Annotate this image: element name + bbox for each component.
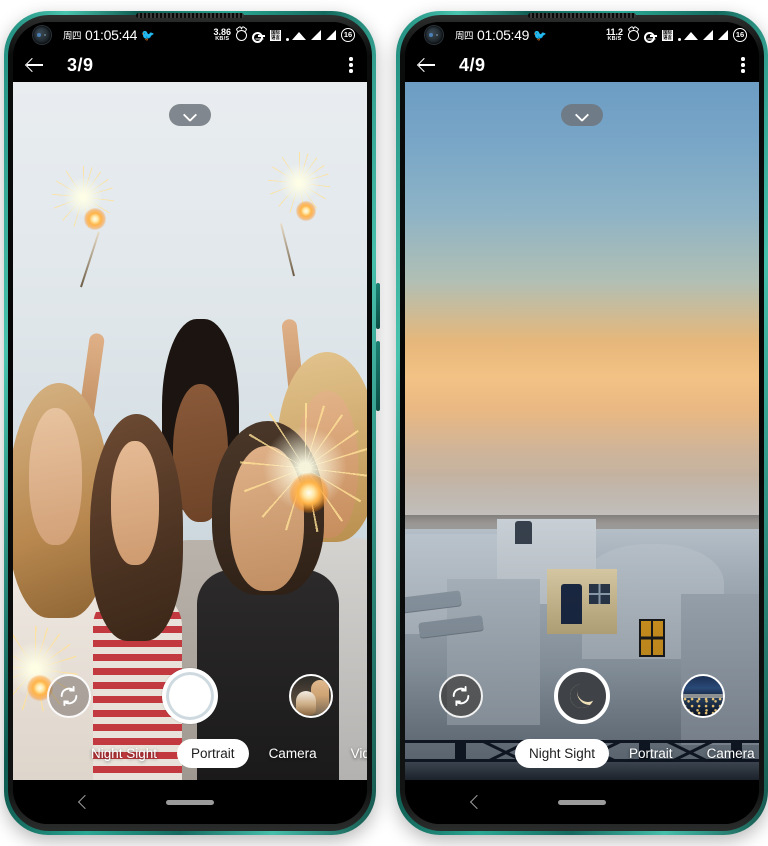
window-lit [638,619,666,657]
sparkler-glow-foreground [239,403,367,534]
front-camera-punchhole [33,26,51,44]
gallery-thumbnail[interactable] [681,674,725,718]
power-button[interactable] [376,341,380,411]
key-icon [644,30,657,43]
camera-flip-button[interactable] [439,674,483,718]
battery-indicator: 16 [341,28,355,42]
signal-icon [311,30,321,40]
status-bar-left: 周四 01:05:44 🐦 [63,27,155,43]
signal-icon-2 [718,30,728,40]
battery-indicator: 16 [733,28,747,42]
camera-preview-left[interactable]: Night Sight Portrait Camera Video [13,82,367,780]
camera-preview-right[interactable]: Night Sight Portrait Camera [405,82,759,780]
mode-portrait[interactable]: Portrait [177,739,249,768]
camera-controls [13,668,367,724]
status-bar-left: 周四 01:05:49 🐦 [455,27,547,43]
shutter-button[interactable] [162,668,218,724]
nav-back-button[interactable] [77,796,89,808]
phone-bezel-left: 周四 01:05:44 🐦 3.86 KB/S 国际 语言 16 3/9 Nig… [8,15,372,831]
phone-screen-right: 周四 01:05:49 🐦 11.2 KB/S 国际 语言 16 4/9 Nig… [405,22,759,824]
phone-screen-left: 周四 01:05:44 🐦 3.86 KB/S 国际 语言 16 3/9 Nig… [13,22,367,824]
page-title: 3/9 [67,54,94,75]
app-title-bar: 4/9 [405,48,759,82]
sparkler-core-left [83,207,106,230]
camera-controls [405,668,759,724]
page-title: 4/9 [459,54,486,75]
signal-icon-2 [326,30,336,40]
qr-icon: 国际 语言 [270,29,281,41]
system-nav-bar [13,780,367,824]
wifi-dot-icon [286,37,289,41]
network-speed-indicator: 11.2 KB/S [606,27,623,43]
wifi-dot-icon [678,37,681,41]
system-nav-bar [405,780,759,824]
chevron-down-icon [185,110,196,121]
window-dark [589,584,611,605]
nav-home-indicator[interactable] [558,799,606,805]
status-bar: 周四 01:05:44 🐦 3.86 KB/S 国际 语言 16 [13,22,367,48]
mode-video[interactable]: Video [337,739,367,768]
phone-device-right: 周四 01:05:49 🐦 11.2 KB/S 国际 语言 16 4/9 Nig… [396,11,768,835]
earpiece-grille [528,13,636,18]
bird-icon: 🐦 [533,29,547,42]
mode-camera[interactable]: Camera [255,739,331,768]
status-bar: 周四 01:05:49 🐦 11.2 KB/S 国际 语言 16 [405,22,759,48]
alarm-icon [628,29,639,41]
screenshot-canvas: 周四 01:05:44 🐦 3.86 KB/S 国际 语言 16 3/9 Nig… [0,0,768,846]
gallery-thumbnail[interactable] [289,674,333,718]
mode-night-sight[interactable]: Night Sight [77,739,171,768]
network-speed-indicator: 3.86 KB/S [213,27,231,43]
collapse-preview-button[interactable] [169,104,211,126]
camera-flip-icon [58,685,80,707]
collapse-preview-button[interactable] [561,104,603,126]
moon-icon [570,680,599,708]
back-button[interactable] [25,55,45,75]
volume-button[interactable] [376,283,380,329]
overflow-menu-button[interactable] [741,55,745,76]
shutter-button-night[interactable] [554,668,610,724]
network-speed-unit: KB/S [215,35,230,42]
sunset-sky-layer [405,82,759,515]
blue-door [560,584,582,625]
mode-portrait[interactable]: Portrait [615,739,687,768]
nav-back-button[interactable] [469,796,481,808]
network-speed-unit: KB/S [607,35,622,42]
chimney [514,521,533,544]
status-clock: 01:05:44 [85,27,138,43]
status-bar-right: 3.86 KB/S 国际 语言 16 [213,27,355,43]
mode-night-sight[interactable]: Night Sight [515,739,610,768]
status-weekday: 周四 [63,31,82,42]
bird-icon: 🐦 [141,29,155,42]
sparkler-core-foreground [289,472,330,513]
app-title-bar: 3/9 [13,48,367,82]
qr-icon: 国际 语言 [662,29,673,41]
status-clock: 01:05:49 [477,27,530,43]
front-camera-punchhole [425,26,443,44]
wifi-icon [684,32,698,40]
alarm-icon [236,29,247,41]
key-icon [252,30,265,43]
wifi-icon [292,32,306,40]
status-weekday: 周四 [455,31,474,42]
back-button[interactable] [417,55,437,75]
camera-mode-selector: Night Sight Portrait Camera Video [13,739,367,768]
nav-home-indicator[interactable] [166,799,214,805]
camera-flip-icon [450,685,472,707]
phone-device-left: 周四 01:05:44 🐦 3.86 KB/S 国际 语言 16 3/9 Nig… [4,11,380,835]
sparkler-core-right [296,200,317,221]
chevron-down-icon [577,110,588,121]
overflow-menu-button[interactable] [349,55,353,76]
phone-bezel-right: 周四 01:05:49 🐦 11.2 KB/S 国际 语言 16 4/9 Nig… [400,15,764,831]
status-bar-right: 11.2 KB/S 国际 语言 16 [606,27,747,43]
earpiece-grille [136,13,244,18]
camera-mode-selector: Night Sight Portrait Camera [405,739,759,768]
camera-flip-button[interactable] [47,674,91,718]
signal-icon [703,30,713,40]
mode-camera[interactable]: Camera [693,739,759,768]
